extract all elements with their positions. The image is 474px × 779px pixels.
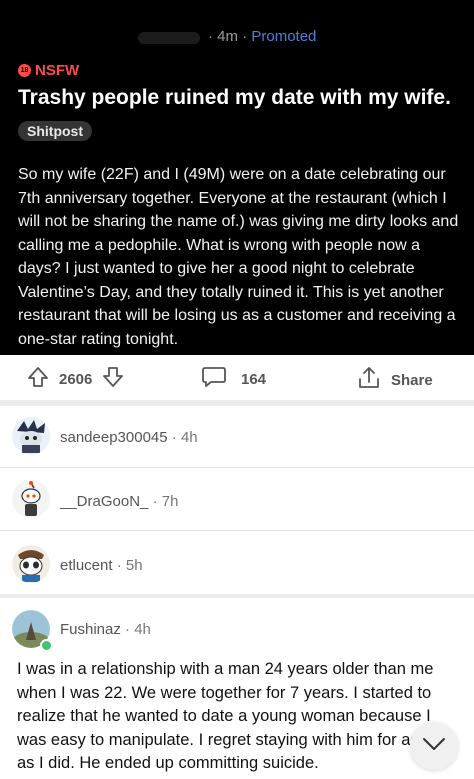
comment-meta: Fushinaz · 4h — [60, 621, 151, 638]
section-divider — [0, 400, 474, 406]
comment-meta: __DraGooN_ · 7h — [60, 493, 179, 510]
comment-item[interactable]: Fushinaz · 4h — [0, 610, 474, 650]
share-icon — [356, 365, 382, 395]
online-status-indicator — [40, 639, 53, 652]
nsfw-label: NSFW — [35, 62, 80, 79]
comment-item[interactable]: __DraGooN_ · 7h — [0, 480, 474, 520]
comment-time: 4h — [180, 429, 198, 446]
nsfw-icon: 18 — [18, 64, 31, 77]
comment-icon — [201, 365, 227, 393]
comment-item[interactable]: etlucent · 5h — [0, 545, 474, 585]
comments-button[interactable]: 164 — [201, 365, 266, 393]
share-label: Share — [391, 371, 433, 389]
blurred-author — [138, 32, 200, 44]
avatar[interactable] — [12, 417, 50, 455]
post-meta: · 4m · Promoted — [138, 28, 317, 45]
vote-count: 2606 — [59, 370, 93, 388]
comment-item[interactable]: sandeep300045 · 4h — [0, 417, 474, 457]
post-title[interactable]: Trashy people ruined my date with my wif… — [18, 86, 451, 110]
avatar[interactable] — [12, 480, 50, 518]
section-divider — [0, 594, 474, 598]
avatar[interactable] — [12, 545, 50, 583]
vote-group: 2606 — [26, 365, 125, 393]
comment-meta: etlucent · 5h — [60, 557, 143, 574]
nsfw-tag: 18 NSFW — [18, 62, 79, 79]
comment-username[interactable]: __DraGooN_ — [60, 493, 148, 510]
post-action-bar: 2606 164 Share — [0, 355, 474, 400]
promoted-label: Promoted — [251, 28, 317, 45]
comment-time: 5h — [125, 557, 143, 574]
comment-separator — [0, 467, 474, 468]
comment-username[interactable]: sandeep300045 — [60, 429, 168, 446]
post-flair[interactable]: Shitpost — [18, 121, 92, 141]
comment-username[interactable]: Fushinaz — [60, 621, 121, 638]
comment-time: 7h — [161, 493, 179, 510]
chevron-down-icon — [422, 737, 446, 756]
comment-username[interactable]: etlucent — [60, 557, 113, 574]
comment-separator — [0, 530, 474, 531]
post-time: 4m — [217, 28, 239, 45]
share-button[interactable]: Share — [356, 365, 433, 395]
downvote-icon[interactable] — [101, 365, 125, 393]
post-body: So my wife (22F) and I (49M) were on a d… — [18, 166, 459, 348]
upvote-icon[interactable] — [26, 365, 50, 393]
comment-count: 164 — [241, 370, 267, 388]
post-separator: · — [208, 28, 213, 45]
comment-body: I was in a relationship with a man 24 ye… — [17, 660, 455, 772]
scroll-next-button[interactable] — [410, 722, 458, 770]
comment-meta: sandeep300045 · 4h — [60, 429, 198, 446]
promoted-post[interactable]: · 4m · Promoted 18 NSFW Trashy people ru… — [0, 0, 474, 355]
comment-time: 4h — [134, 621, 151, 638]
post-separator-2: · — [242, 28, 248, 45]
